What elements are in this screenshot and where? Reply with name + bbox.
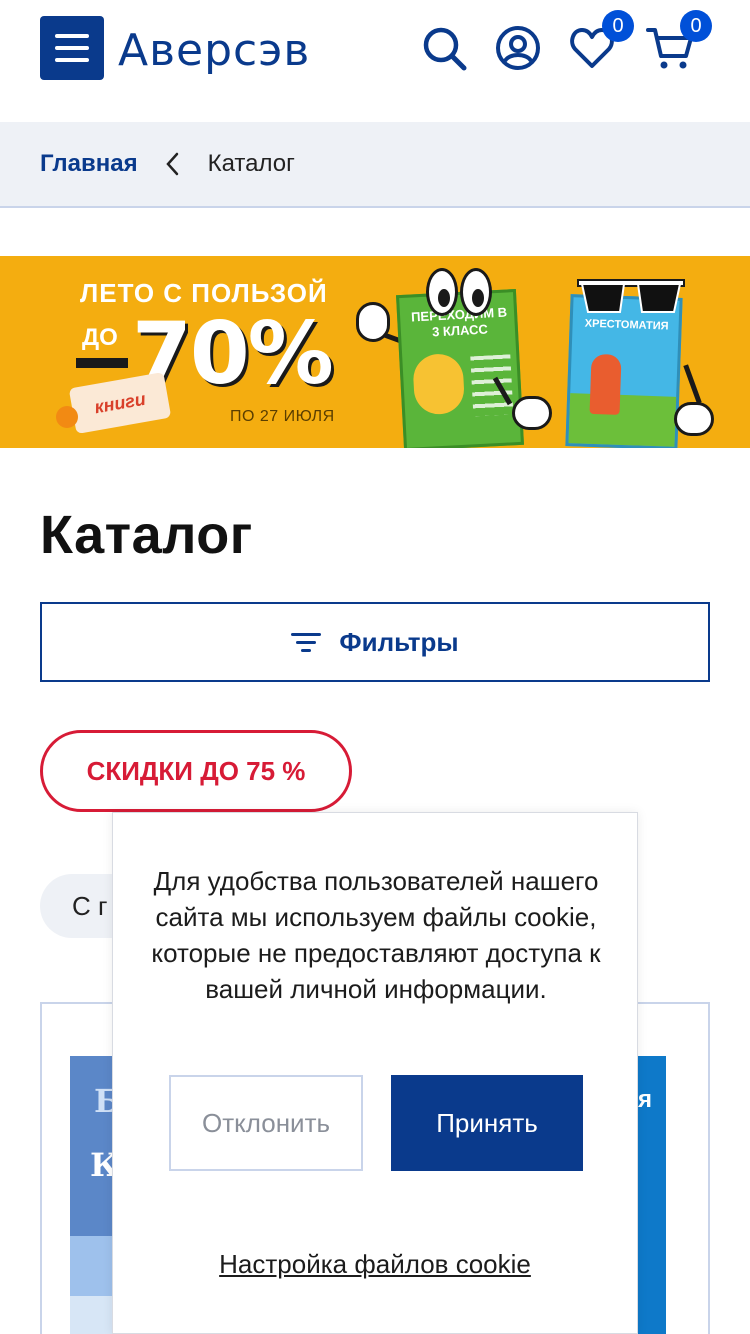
menu-icon-bar bbox=[55, 46, 89, 50]
banner-dot bbox=[56, 406, 78, 428]
breadcrumb: Главная Каталог bbox=[0, 122, 750, 208]
lion-illustration bbox=[412, 352, 466, 416]
sale-chip[interactable]: СКИДКИ ДО 75 % bbox=[40, 730, 352, 812]
cartoon-eye-icon bbox=[426, 268, 458, 316]
book-cover-grade3: ПЕРЕХОДИМ В 3 КЛАСС bbox=[396, 288, 524, 448]
filters-label: Фильтры bbox=[339, 626, 459, 657]
menu-icon-bar bbox=[55, 58, 89, 62]
cartoon-arm bbox=[683, 364, 702, 404]
page-title: Каталог bbox=[40, 505, 253, 565]
book2-ground bbox=[568, 393, 677, 447]
menu-button[interactable] bbox=[40, 16, 104, 80]
cart-icon[interactable]: 0 bbox=[646, 10, 712, 72]
cartoon-hand-icon bbox=[512, 396, 552, 430]
cookie-message: Для удобства пользователей нашего сайта … bbox=[151, 866, 601, 1004]
book-cover-anthology: ХРЕСТОМАТИЯ bbox=[565, 294, 683, 448]
breadcrumb-current: Каталог bbox=[207, 150, 295, 177]
promo-banner[interactable]: ЛЕТО С ПОЛЬЗОЙ ДО 70% книги ПО 27 ИЮЛЯ П… bbox=[0, 256, 750, 448]
banner-minus-sign bbox=[76, 358, 128, 368]
logo[interactable]: Аверсэв bbox=[118, 20, 310, 80]
sunglasses-icon bbox=[577, 279, 685, 313]
book1-title: ПЕРЕХОДИМ В 3 КЛАСС bbox=[410, 304, 508, 340]
cart-count-badge: 0 bbox=[680, 10, 712, 42]
sort-chip-label: С г bbox=[72, 890, 108, 921]
menu-icon-bar bbox=[55, 34, 89, 38]
search-icon[interactable] bbox=[420, 24, 468, 72]
favorites-count-badge: 0 bbox=[602, 10, 634, 42]
breadcrumb-home-link[interactable]: Главная bbox=[40, 150, 138, 178]
site-header: Аверсэв 0 0 bbox=[0, 0, 750, 122]
banner-date: ПО 27 ИЮЛЯ bbox=[230, 408, 335, 425]
logo-text: Аверсэв bbox=[118, 24, 311, 76]
filter-icon bbox=[291, 631, 322, 653]
heart-icon[interactable]: 0 bbox=[568, 10, 634, 72]
cartoon-eye-icon bbox=[460, 268, 492, 316]
product-image-text: я bbox=[637, 1086, 652, 1113]
accept-button[interactable]: Принять bbox=[391, 1075, 583, 1171]
book1-list bbox=[470, 354, 514, 417]
chevron-left-icon bbox=[165, 152, 178, 176]
decline-button[interactable]: Отклонить bbox=[169, 1075, 363, 1171]
banner-tag: книги bbox=[68, 372, 172, 434]
cookie-consent-dialog: Для удобства пользователей нашего сайта … bbox=[112, 812, 638, 1334]
banner-prefix: ДО bbox=[82, 324, 118, 351]
filters-button[interactable]: Фильтры bbox=[40, 602, 710, 682]
user-icon[interactable] bbox=[494, 24, 542, 72]
cartoon-hand-icon bbox=[674, 402, 714, 436]
cookie-settings-link[interactable]: Настройка файлов cookie bbox=[113, 1249, 637, 1280]
girl-illustration bbox=[589, 353, 622, 415]
book2-title: ХРЕСТОМАТИЯ bbox=[584, 317, 669, 333]
